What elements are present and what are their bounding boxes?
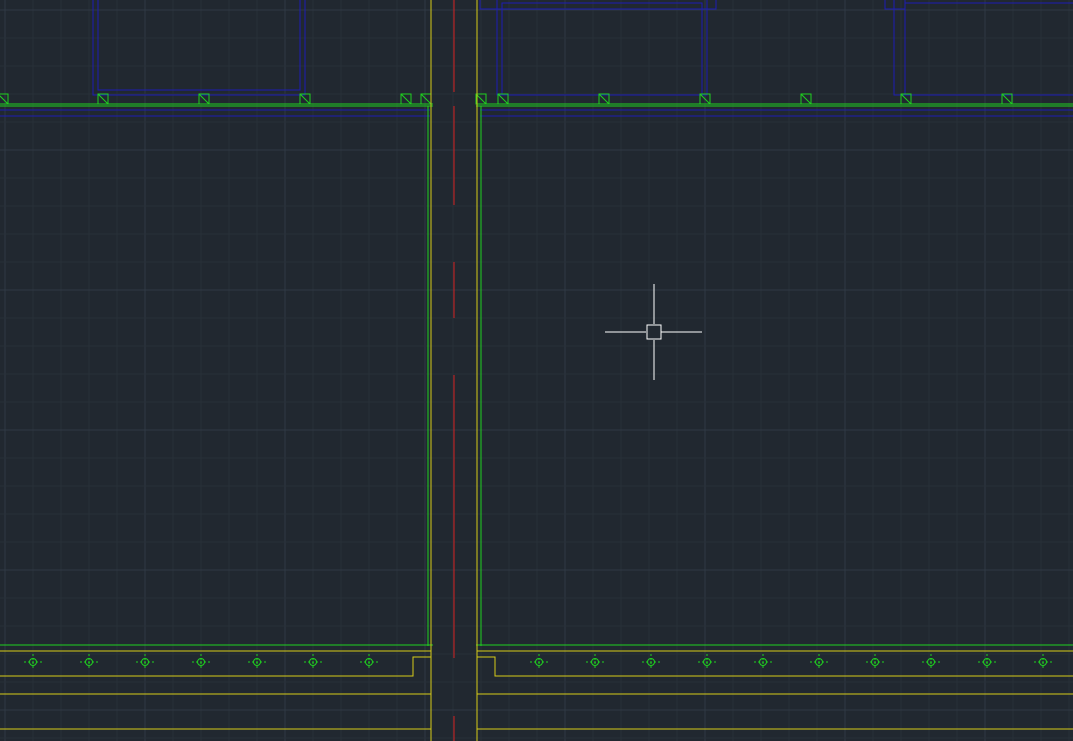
crossed-square-marker-icon: [420, 93, 432, 105]
yellow-outline: [477, 656, 1073, 677]
circle-crosshair-fixture-icon: [530, 654, 548, 670]
circle-crosshair-fixture-icon: [978, 654, 996, 670]
blue-window-frame: [501, 2, 703, 96]
blue-window-frame: [496, 0, 708, 96]
blue-window-frame: [904, 2, 1073, 96]
background-grid: [0, 0, 1073, 741]
circle-crosshair-fixture-icon: [922, 654, 940, 670]
circle-crosshair-fixture-icon: [642, 654, 660, 670]
blue-window-frame: [479, 0, 717, 10]
circle-crosshair-fixture-icon: [866, 654, 884, 670]
crosshair-cursor-icon: [605, 284, 702, 380]
blue-window-frame: [884, 0, 906, 10]
blue-window-frame: [893, 0, 1073, 96]
circle-crosshair-fixture-icon: [586, 654, 604, 670]
blue-window-frame: [92, 0, 306, 96]
circle-crosshair-fixture-icon: [810, 654, 828, 670]
blue-window-frame: [97, 0, 301, 91]
crossed-square-marker-icon: [800, 93, 812, 105]
drawing-svg[interactable]: [0, 0, 1073, 741]
crossed-square-marker-icon: [400, 93, 412, 105]
drawing-canvas[interactable]: [0, 0, 1073, 741]
circle-crosshair-fixtures: [24, 654, 1052, 670]
circle-crosshair-fixture-icon: [698, 654, 716, 670]
circle-crosshair-fixture-icon: [754, 654, 772, 670]
circle-crosshair-fixture-icon: [1034, 654, 1052, 670]
crossed-square-marker-icon: [0, 93, 9, 105]
